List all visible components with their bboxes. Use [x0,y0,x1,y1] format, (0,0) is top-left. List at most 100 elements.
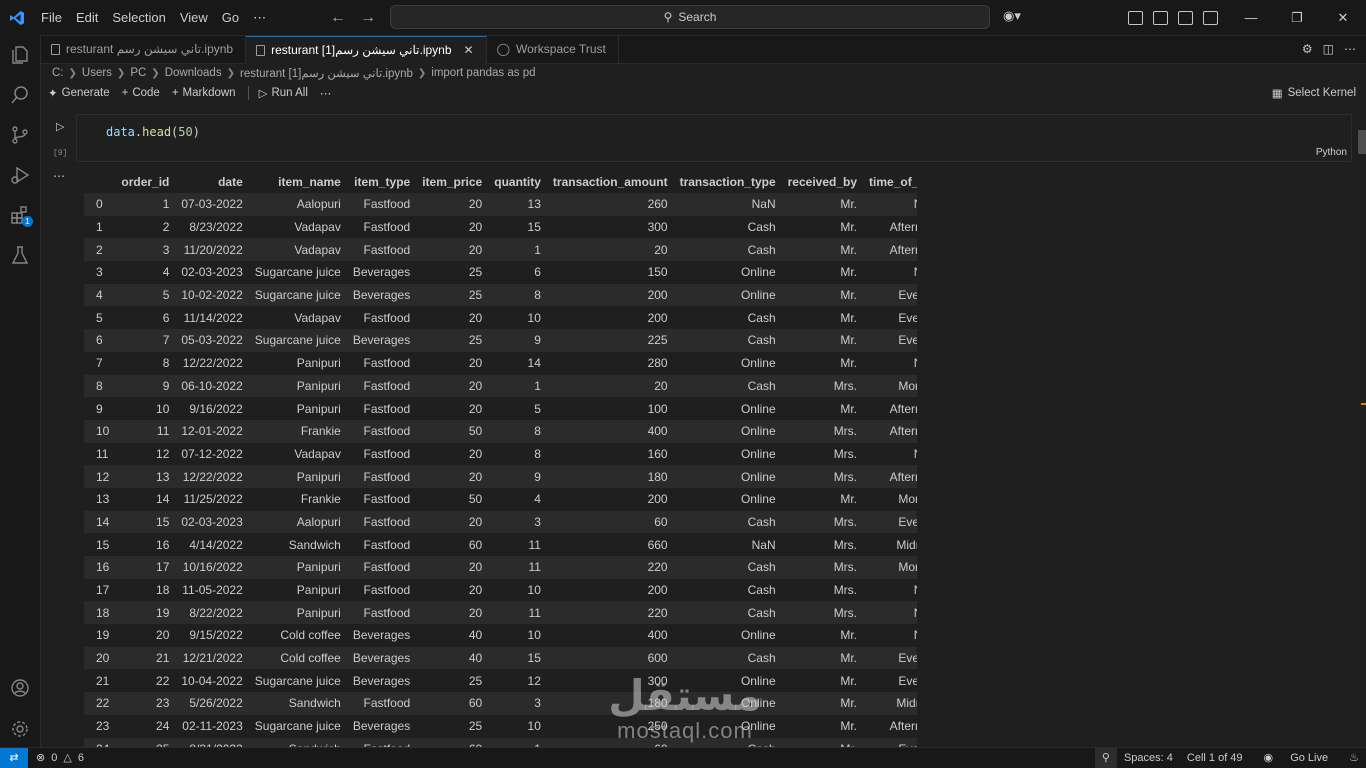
extensions-icon[interactable]: 1 [0,195,40,235]
cell-position-status[interactable]: Cell 1 of 49 [1180,748,1250,768]
toggle-secondary-sidebar-icon[interactable] [1203,10,1218,25]
cell-transaction-amount: 180 [546,465,674,488]
cell-item-price: 60 [416,533,489,556]
accounts-icon[interactable] [0,668,40,708]
cell-item-name: Panipuri [248,374,347,398]
remote-indicator-icon[interactable]: ⇄ [0,748,28,768]
breadcrumb-file[interactable]: resturant [1]تاني سيشن رسم.ipynb [240,66,413,80]
run-all-button[interactable]: ▷ Run All [259,86,308,100]
cell-item-price: 50 [416,419,489,443]
run-cell-icon[interactable]: ▷ [56,120,64,133]
split-editor-icon[interactable]: ◫ [1323,42,1334,56]
cell-received-by: Mr. [781,238,864,262]
back-arrow-icon[interactable]: ← [330,9,346,27]
menu-go[interactable]: Go [215,0,246,35]
column-header-date: date [175,170,249,193]
copilot-icon[interactable]: ◉▾ [1003,8,1021,24]
run-debug-icon[interactable] [0,155,40,195]
cell-time-of-sale: Afternoon [863,465,917,488]
breadcrumb-downloads[interactable]: Downloads [165,67,222,79]
cell-item-name: Sandwich [248,533,347,556]
close-tab-icon[interactable]: ✕ [464,37,474,64]
toolbar-more-button[interactable]: ⋯ [320,86,332,100]
minimize-icon[interactable]: — [1228,0,1274,35]
cell-transaction-type: Online [673,397,782,420]
tab-resturant-notebook[interactable]: resturant تاني سيشن رسم.ipynb [41,36,247,63]
toggle-primary-sidebar-icon[interactable] [1153,10,1168,25]
cell-date: 10-02-2022 [175,283,249,307]
cell-index: 11 [84,442,116,466]
cell-item-type: Fastfood [346,419,417,443]
manage-gear-icon[interactable] [0,709,40,749]
cell-order-id: 8 [115,351,176,375]
restore-icon[interactable]: ❐ [1274,0,1320,35]
cell-transaction-type: NaN [673,533,782,556]
editor-scrollbar-thumb[interactable] [1358,130,1366,154]
cell-time-of-sale: Evening [863,510,917,534]
forward-arrow-icon[interactable]: → [360,9,376,27]
go-live-button[interactable]: ◉ Go Live [1250,748,1343,768]
cell-date: 12-01-2022 [175,419,249,443]
code-cell-editor[interactable]: data.head(50) Python [76,114,1352,162]
menu-more[interactable]: ⋯ [246,0,273,35]
menu-selection[interactable]: Selection [105,0,172,35]
cell-received-by: Mr. [781,306,864,330]
breadcrumb-cell[interactable]: import pandas as pd [431,67,535,79]
warning-icon: △ [63,752,72,764]
breadcrumb-users[interactable]: Users [82,67,112,79]
indentation-status[interactable]: Spaces: 4 [1117,748,1180,768]
cell-quantity: 13 [488,193,547,216]
breadcrumb-drive[interactable]: C: [52,67,64,79]
cell-item-name: Panipuri [248,351,347,375]
select-kernel-button[interactable]: ▦ Select Kernel [1272,86,1356,100]
breadcrumb-pc[interactable]: PC [130,67,146,79]
cell-time-of-sale: Morning [863,374,917,398]
menu-edit[interactable]: Edit [69,0,105,35]
cell-item-name: Vadapav [248,306,347,330]
generate-button[interactable]: ✦ Generate [48,86,110,100]
menu-view[interactable]: View [173,0,215,35]
cell-received-by: Mr. [781,283,864,307]
more-actions-icon[interactable]: ⋯ [1344,42,1356,56]
cell-date: 11/20/2022 [175,238,249,262]
search-label: Search [678,10,717,24]
cell-received-by: Mrs. [781,465,864,488]
cell-time-of-sale: Afternoon [863,215,917,239]
source-control-icon[interactable] [0,115,40,155]
cell-item-price: 20 [416,215,489,239]
cell-index: 0 [84,193,116,216]
settings-gear-icon[interactable]: ⚙ [1302,42,1313,56]
column-header-order-id: order_id [115,170,176,193]
cell-quantity: 10 [488,714,547,738]
output-actions-button[interactable]: ⋯ [53,169,66,183]
cell-language-label[interactable]: Python [1316,147,1347,158]
cell-transaction-type: Online [673,351,782,375]
cell-received-by: Mr. [781,329,864,352]
add-code-cell-button[interactable]: + Code [122,87,160,99]
cell-item-type: Fastfood [346,692,417,715]
menu-bar: File Edit Selection View Go ⋯ [34,0,273,35]
more-label: ⋯ [319,88,332,100]
cell-item-price: 20 [416,578,489,602]
search-view-icon[interactable] [0,75,40,115]
testing-icon[interactable] [0,235,40,275]
tab-workspace-trust[interactable]: ◯ Workspace Trust [487,36,619,63]
cell-index: 17 [84,578,116,602]
cell-received-by: Mr. [781,397,864,420]
problems-indicator[interactable]: ⊗ 0 △ 6 [36,748,84,768]
menu-file[interactable]: File [34,0,69,35]
toggle-panel-icon[interactable] [1178,10,1193,25]
cell-index: 7 [84,351,116,375]
zoom-icon[interactable]: ⚲ [1094,748,1117,768]
notifications-bell-icon[interactable]: ♨ [1342,748,1366,768]
cell-quantity: 11 [488,556,547,579]
command-search-box[interactable]: ⚲ Search [390,5,990,29]
explorer-icon[interactable] [0,35,40,75]
cell-transaction-type: Cash [673,215,782,239]
add-markdown-cell-button[interactable]: + Markdown [172,87,236,99]
tab-resturant-1-notebook[interactable]: resturant [1]تاني سيشن رسم.ipynb ✕ [246,36,487,64]
cell-transaction-amount: 200 [546,487,674,511]
close-icon[interactable]: ✕ [1320,0,1366,35]
cell-date: 06-10-2022 [175,374,249,398]
customize-layout-icon[interactable] [1128,10,1143,25]
